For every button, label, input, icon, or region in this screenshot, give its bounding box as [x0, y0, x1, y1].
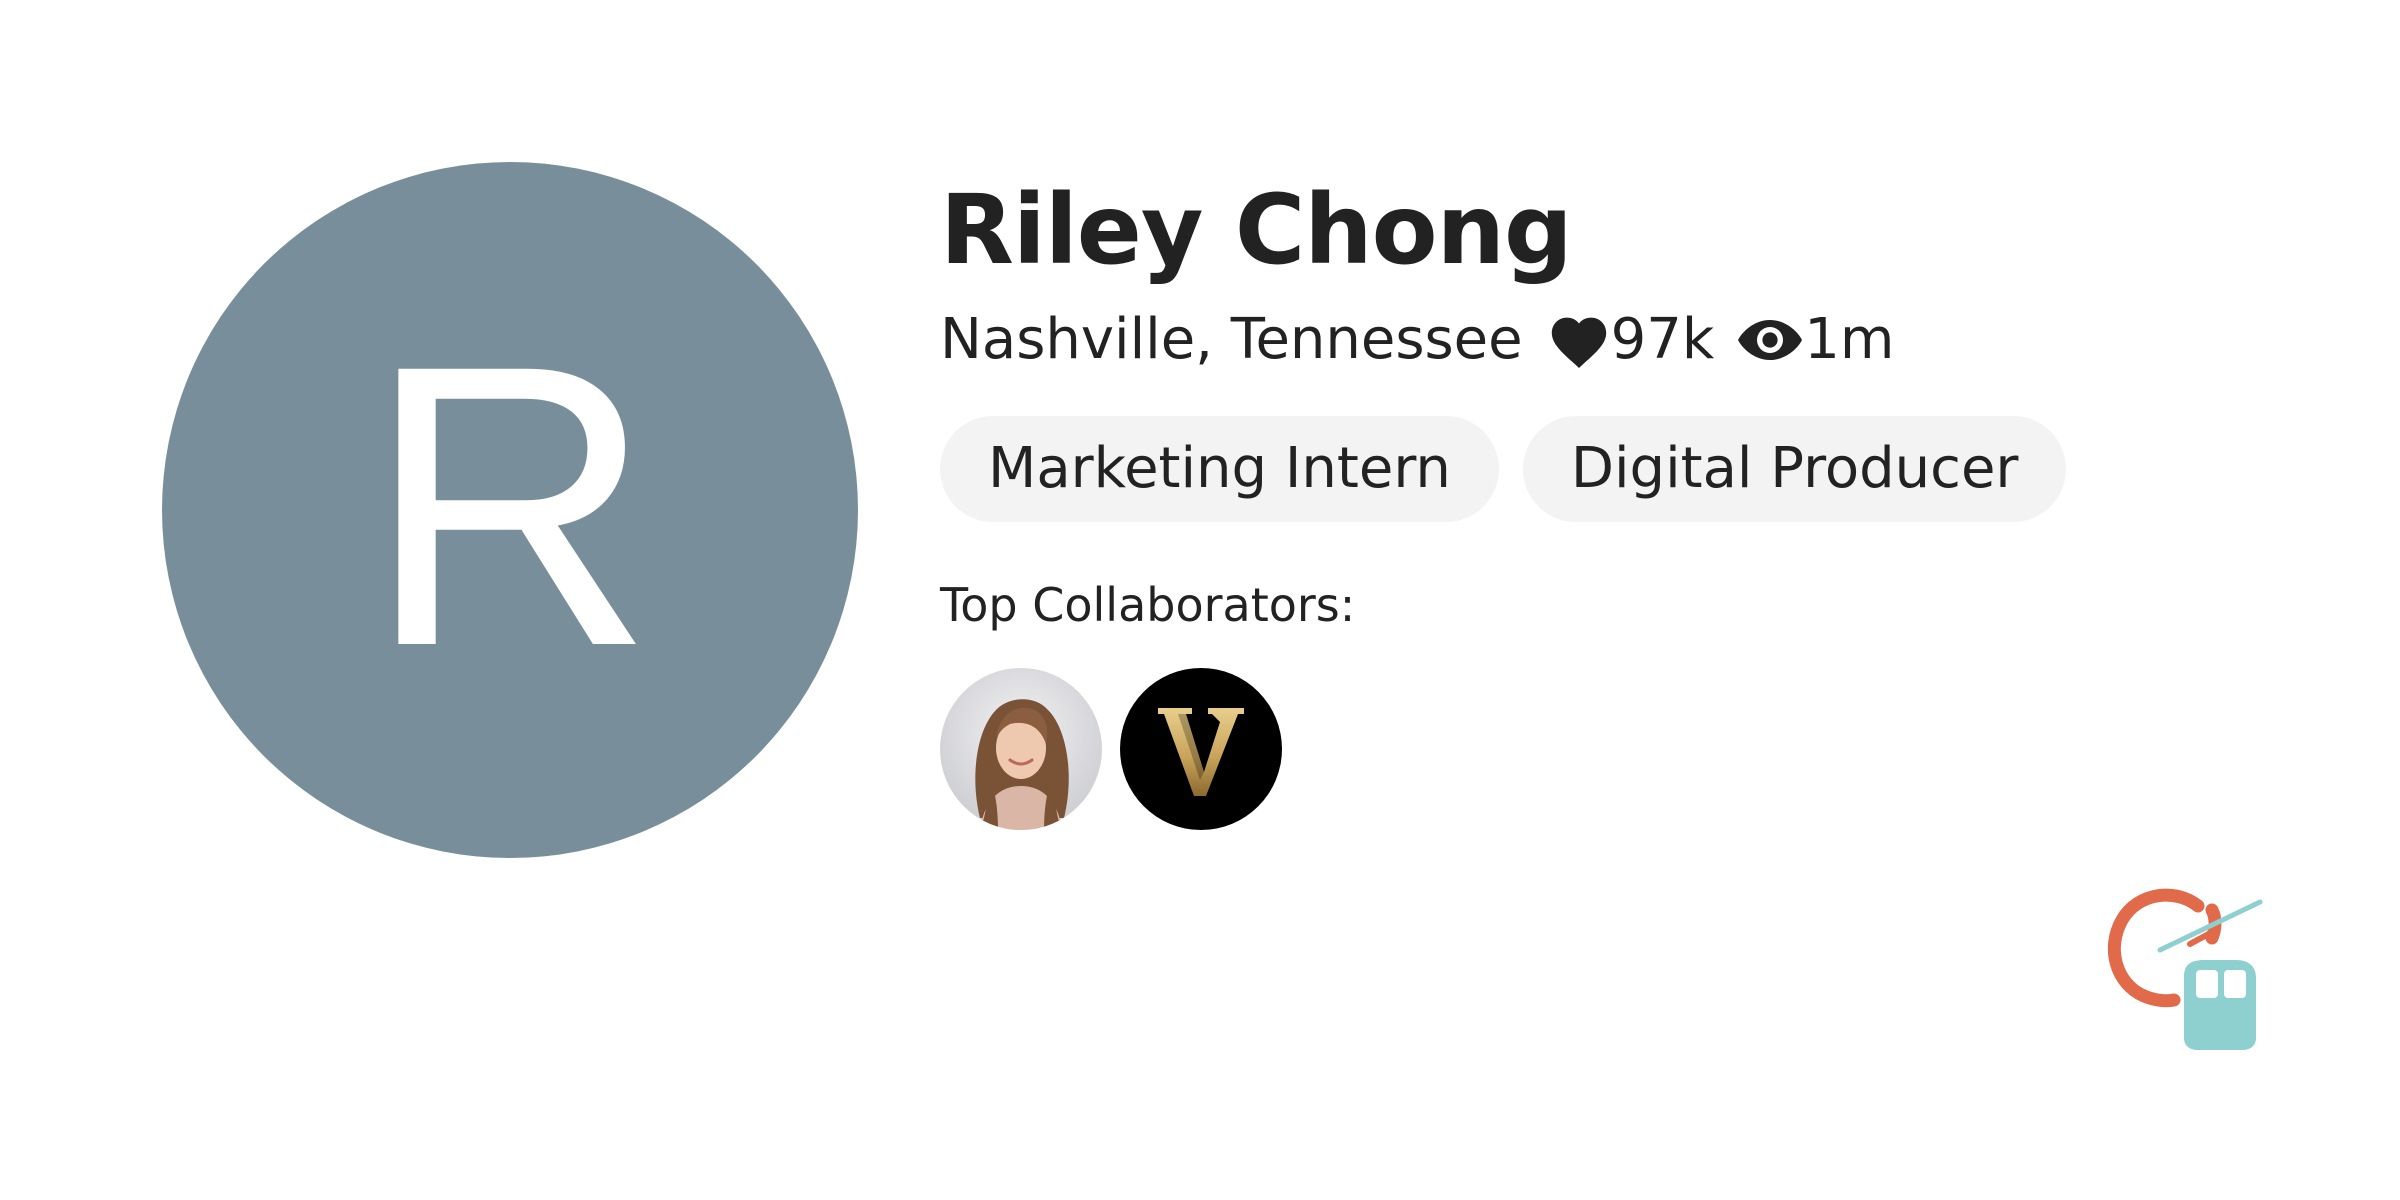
profile-info: Riley Chong Nashville, Tennessee 97k 1m … — [940, 174, 2240, 830]
tag-marketing-intern: Marketing Intern — [940, 415, 1499, 522]
tag-digital-producer: Digital Producer — [1522, 415, 2067, 522]
collaborator-avatar-v-logo[interactable] — [1120, 667, 1282, 830]
eye-icon — [1738, 319, 1803, 360]
likes-count: 97k — [1610, 306, 1715, 372]
profile-meta: Nashville, Tennessee 97k 1m — [940, 310, 2240, 370]
views-count: 1m — [1804, 306, 1895, 372]
avatar-initial: R — [365, 282, 655, 729]
collaborators-list — [940, 667, 2240, 830]
v-logo-icon — [1120, 667, 1282, 830]
brand-logo — [2100, 880, 2270, 1060]
profile-avatar: R — [162, 162, 858, 858]
gondola-logo — [2107, 888, 2263, 1050]
profile-location: Nashville, Tennessee — [940, 306, 1523, 372]
heart-icon — [1551, 317, 1606, 368]
views-stat: 1m — [1736, 306, 1895, 372]
collaborators-label: Top Collaborators: — [940, 577, 1356, 632]
person-photo — [940, 667, 1102, 830]
role-tags: Marketing Intern Digital Producer — [940, 415, 2240, 522]
profile-name: Riley Chong — [940, 174, 1573, 286]
collaborator-avatar-person[interactable] — [940, 667, 1102, 830]
likes-stat: 97k — [1547, 306, 1715, 372]
